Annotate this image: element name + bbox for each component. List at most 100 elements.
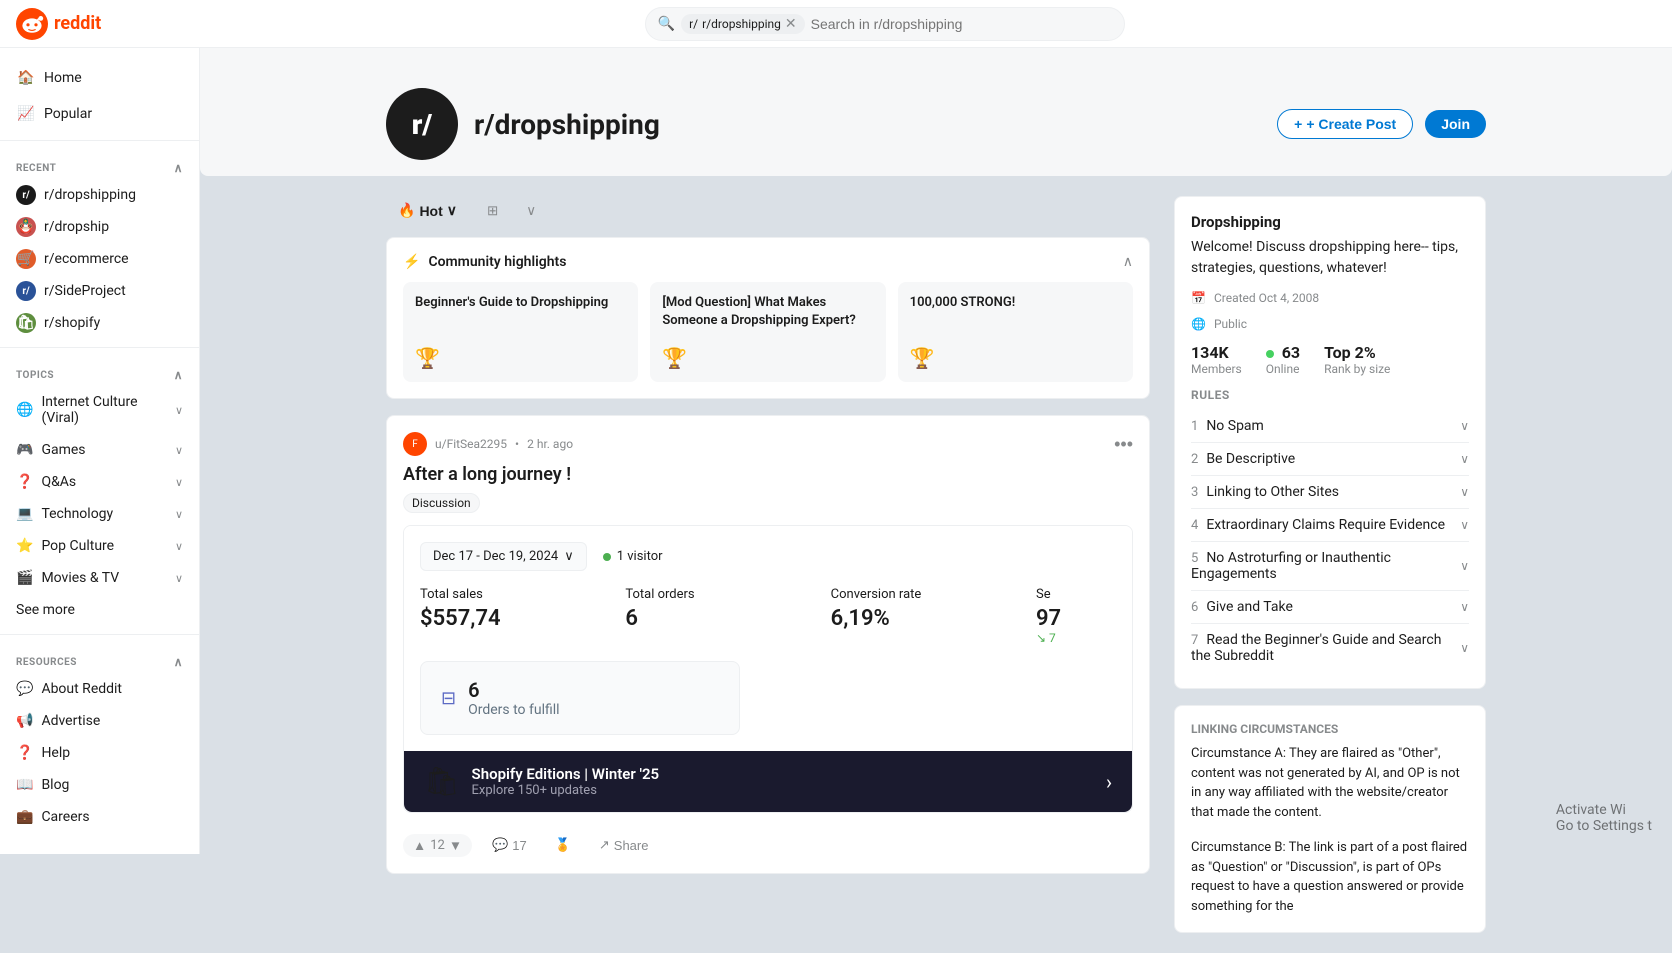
sidebar-item-pop-culture[interactable]: ⭐ Pop Culture ∨ [0, 530, 199, 562]
rule-3[interactable]: 3Linking to Other Sites ∨ [1191, 476, 1469, 509]
rule-7-chevron: ∨ [1460, 641, 1469, 655]
search-chip-text: r/dropshipping [702, 17, 781, 31]
qas-chevron: ∨ [175, 476, 183, 489]
sidebar-item-movies-tv[interactable]: 🎬 Movies & TV ∨ [0, 562, 199, 594]
subreddit-avatar-shopify: 🛍 [16, 313, 36, 333]
visitors-count: 1 visitor [617, 549, 663, 564]
sidebar-see-more[interactable]: See more [0, 594, 199, 626]
sidebar-item-sideproject[interactable]: r/ r/SideProject [0, 275, 199, 307]
sidebar-item-about[interactable]: 💬 About Reddit [0, 673, 199, 705]
search-chip-close[interactable]: ✕ [785, 16, 797, 32]
linking-circumstance-a: Circumstance A: They are flaired as "Oth… [1191, 744, 1469, 822]
date-picker[interactable]: Dec 17 - Dec 19, 2024 ∨ [420, 542, 587, 571]
comments-button[interactable]: 💬 17 [484, 833, 535, 857]
linking-circumstances-card: LINKING CIRCUMSTANCES Circumstance A: Th… [1174, 705, 1486, 933]
rule-3-chevron: ∨ [1460, 485, 1469, 499]
stat-sessions: Se 97 ↘ 7 [1036, 587, 1116, 645]
search-chip[interactable]: r/ r/dropshipping ✕ [681, 14, 805, 34]
pop-culture-icon: ⭐ [16, 538, 33, 554]
rule-2[interactable]: 2Be Descriptive ∨ [1191, 443, 1469, 476]
movies-tv-icon: 🎬 [16, 570, 33, 586]
content-area: 🔥 Hot ∨ ⊞ ∨ ⚡ Community highlights ∧ [386, 196, 1486, 933]
members-stat: 134K Members [1191, 343, 1242, 376]
search-input[interactable] [811, 16, 1112, 32]
subreddit-avatar-dropship: 🪆 [16, 217, 36, 237]
sidebar-item-home[interactable]: 🏠 Home [0, 60, 199, 96]
rule-6[interactable]: 6Give and Take ∨ [1191, 591, 1469, 624]
feed-toolbar: 🔥 Hot ∨ ⊞ ∨ [386, 196, 1150, 225]
rules-title: RULES [1191, 388, 1469, 402]
highlights-title: ⚡ Community highlights [403, 254, 566, 270]
highlight-item-1[interactable]: [Mod Question] What Makes Someone a Drop… [650, 282, 885, 382]
sidebar-item-qas[interactable]: ❓ Q&As ∨ [0, 466, 199, 498]
sidebar-item-ecommerce[interactable]: 🛒 r/ecommerce [0, 243, 199, 275]
linking-circumstance-b: Circumstance B: The link is part of a po… [1191, 838, 1469, 916]
post-time: 2 hr. ago [527, 437, 573, 451]
subreddit-header: r/ r/dropshipping + + Create Post Join [200, 48, 1672, 176]
reddit-logo[interactable]: reddit [16, 8, 101, 40]
popular-icon: 📈 [16, 104, 36, 124]
sidebar-item-dropship[interactable]: 🪆 r/dropship [0, 211, 199, 243]
sidebar-item-shopify[interactable]: 🛍 r/shopify [0, 307, 199, 339]
search-icon: 🔍 [658, 16, 675, 32]
rule-2-chevron: ∨ [1460, 452, 1469, 466]
award-button[interactable]: 🏅 [547, 833, 579, 857]
online-dot [1266, 350, 1274, 358]
highlight-item-0[interactable]: Beginner's Guide to Dropshipping 🏆 [403, 282, 638, 382]
sidebar-item-careers[interactable]: 💼 Careers [0, 801, 199, 833]
topics-chevron: ∨ [175, 404, 183, 417]
date-range-text: Dec 17 - Dec 19, 2024 [433, 549, 558, 564]
rules-section: RULES 1No Spam ∨ 2Be Descriptive ∨ 3Link… [1191, 388, 1469, 672]
hot-icon: 🔥 [398, 202, 415, 219]
highlight-item-2[interactable]: 100,000 STRONG! 🏆 [898, 282, 1133, 382]
vote-controls[interactable]: ▲ 12 ▼ [403, 834, 472, 857]
view-dropdown-button[interactable]: ∨ [516, 197, 546, 225]
create-post-button[interactable]: + + Create Post [1277, 109, 1413, 139]
sort-hot-button[interactable]: 🔥 Hot ∨ [386, 196, 469, 225]
sidebar-item-dropshipping[interactable]: r/ r/dropshipping [0, 179, 199, 211]
rule-5[interactable]: 5No Astroturfing or Inauthentic Engageme… [1191, 542, 1469, 591]
create-post-icon: + [1294, 116, 1302, 132]
share-button[interactable]: ↗ Share [591, 833, 657, 857]
join-button[interactable]: Join [1425, 110, 1486, 138]
sidebar-item-games[interactable]: 🎮 Games ∨ [0, 434, 199, 466]
subreddit-avatar-dropshipping: r/ [16, 185, 36, 205]
downvote-button[interactable]: ▼ [449, 838, 462, 853]
shopify-banner[interactable]: 🛍 Shopify Editions | Winter '25 Explore … [404, 751, 1132, 812]
rule-5-chevron: ∨ [1460, 559, 1469, 573]
post-tag[interactable]: Discussion [403, 493, 480, 513]
post-title: After a long journey ! [403, 464, 1133, 485]
rule-7[interactable]: 7Read the Beginner's Guide and Search th… [1191, 624, 1469, 672]
qas-icon: ❓ [16, 474, 33, 490]
subreddit-avatar-sideproject: r/ [16, 281, 36, 301]
games-icon: 🎮 [16, 442, 33, 458]
view-toggle-button[interactable]: ⊞ [477, 197, 508, 225]
post-menu-button[interactable]: ••• [1114, 434, 1133, 455]
recent-collapse-icon[interactable]: ∧ [174, 161, 183, 175]
resources-collapse-icon[interactable]: ∧ [174, 655, 183, 669]
sidebar-item-blog[interactable]: 📖 Blog [0, 769, 199, 801]
advertise-icon: 📢 [16, 713, 33, 729]
highlights-collapse-icon[interactable]: ∧ [1123, 254, 1133, 270]
sidebar-item-popular[interactable]: 📈 Popular [0, 96, 199, 132]
rule-1[interactable]: 1No Spam ∨ [1191, 410, 1469, 443]
stat-total-orders: Total orders 6 [625, 587, 814, 645]
upvote-button[interactable]: ▲ [413, 838, 426, 853]
shopify-bag-icon: 🛍 [424, 765, 460, 798]
sidebar-item-internet-culture[interactable]: 🌐 Internet Culture (Viral) ∨ [0, 386, 199, 434]
post-card[interactable]: F u/FitSea2295 • 2 hr. ago ••• After a l… [386, 415, 1150, 874]
rule-6-chevron: ∨ [1460, 600, 1469, 614]
post-username[interactable]: u/FitSea2295 [435, 437, 507, 451]
rule-1-chevron: ∨ [1460, 419, 1469, 433]
highlights-grid: Beginner's Guide to Dropshipping 🏆 [Mod … [403, 282, 1133, 382]
careers-icon: 💼 [16, 809, 33, 825]
games-chevron: ∨ [175, 444, 183, 457]
sidebar-item-advertise[interactable]: 📢 Advertise [0, 705, 199, 737]
sidebar-item-help[interactable]: ❓ Help [0, 737, 199, 769]
sidebar-item-technology[interactable]: 💻 Technology ∨ [0, 498, 199, 530]
rule-4[interactable]: 4Extraordinary Claims Require Evidence ∨ [1191, 509, 1469, 542]
divider-3 [0, 634, 199, 635]
topics-collapse-icon[interactable]: ∧ [174, 368, 183, 382]
search-bar[interactable]: 🔍 r/ r/dropshipping ✕ [645, 7, 1125, 41]
left-sidebar: 🏠 Home 📈 Popular RECENT ∧ r/ r/dropshipp… [0, 48, 200, 854]
